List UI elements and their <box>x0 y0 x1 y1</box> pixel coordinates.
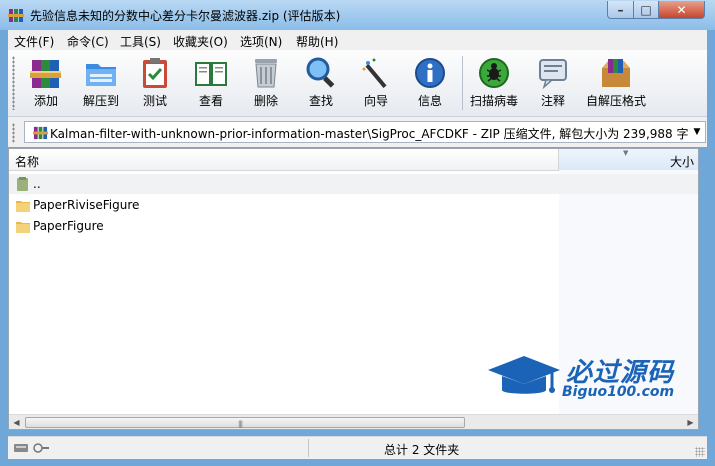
column-name-header[interactable]: 名称 <box>15 153 39 170</box>
test-button[interactable]: 测试 <box>129 54 181 112</box>
file-name: .. <box>33 177 41 191</box>
sort-arrow-icon: ▼ <box>623 149 629 157</box>
title-bar[interactable]: 先验信息未知的分数中心差分卡尔曼滤波器.zip (评估版本) – □ ✕ <box>0 0 715 30</box>
graduation-cap-logo <box>488 356 560 394</box>
test-clipboard-icon <box>143 58 167 88</box>
column-header: 名称 大小 ▼ <box>9 149 698 171</box>
watermark: 必过源码 Biguo100.com <box>486 350 696 410</box>
toolbar-grip[interactable] <box>12 56 15 110</box>
column-size-label: 大小 <box>669 155 694 169</box>
scroll-left-icon[interactable]: ◀ <box>9 415 24 429</box>
sfx-button[interactable]: 自解压格式 <box>584 54 648 112</box>
comment-button[interactable]: 注释 <box>527 54 579 112</box>
scroll-right-icon[interactable]: ▶ <box>683 415 698 429</box>
list-item-parent[interactable]: .. <box>9 174 698 194</box>
menu-command[interactable]: 命令(C) <box>67 33 109 50</box>
trash-icon <box>255 59 277 88</box>
address-grip[interactable] <box>12 123 15 143</box>
maximize-button[interactable]: □ <box>633 1 659 19</box>
app-window: 先验信息未知的分数中心差分卡尔曼滤波器.zip (评估版本) – □ ✕ 文件(… <box>0 0 715 466</box>
wizard-wand-icon <box>362 58 387 89</box>
list-item-folder[interactable]: PaperRiviseFigure <box>9 195 698 215</box>
find-label: 查找 <box>308 94 333 108</box>
add-button[interactable]: 添加 <box>20 54 72 112</box>
wizard-label: 向导 <box>363 94 388 108</box>
menu-options[interactable]: 选项(N) <box>240 33 282 50</box>
extract-label: 解压到 <box>82 94 119 108</box>
virus-scan-button[interactable]: 扫描病毒 <box>468 54 520 112</box>
add-label: 添加 <box>33 94 58 108</box>
winrar-app-icon <box>8 9 24 22</box>
extract-folder-icon <box>86 64 116 86</box>
comment-label: 注释 <box>540 94 565 108</box>
toolbar-separator <box>462 56 463 110</box>
scroll-thumb[interactable]: ||| <box>25 417 465 428</box>
horizontal-scrollbar[interactable]: ◀ ||| ▶ <box>9 414 698 429</box>
find-button[interactable]: 查找 <box>295 54 347 112</box>
status-summary: 总计 2 文件夹 <box>384 443 460 457</box>
status-bar: 总计 2 文件夹 <box>8 436 707 459</box>
address-bar: Kalman-filter-with-unknown-prior-informa… <box>8 117 707 147</box>
close-button[interactable]: ✕ <box>658 1 705 19</box>
wizard-button[interactable]: 向导 <box>350 54 402 112</box>
sfx-box-icon <box>602 59 630 87</box>
virus-scan-label: 扫描病毒 <box>469 94 518 108</box>
resize-grip[interactable] <box>695 447 705 457</box>
delete-label: 删除 <box>253 94 278 108</box>
info-label: 信息 <box>417 94 442 108</box>
parent-folder-icon <box>17 177 28 191</box>
address-dropdown-icon[interactable]: ▼ <box>689 122 705 142</box>
info-button[interactable]: 信息 <box>404 54 456 112</box>
file-name: PaperRiviseFigure <box>33 198 140 212</box>
delete-button[interactable]: 删除 <box>240 54 292 112</box>
view-button[interactable]: 查看 <box>185 54 237 112</box>
archive-icon <box>33 126 48 140</box>
menu-tools[interactable]: 工具(S) <box>120 33 161 50</box>
thumb-grip-icon: ||| <box>238 420 243 428</box>
info-icon <box>415 58 445 88</box>
menu-bar: 文件(F) 命令(C) 工具(S) 收藏夹(O) 选项(N) 帮助(H) <box>8 30 707 50</box>
minimize-button[interactable]: – <box>607 1 634 19</box>
menu-help[interactable]: 帮助(H) <box>296 33 338 50</box>
view-label: 查看 <box>198 94 223 108</box>
column-size-header[interactable]: 大小 <box>559 149 698 170</box>
watermark-url: Biguo100.com <box>562 384 675 400</box>
list-item-folder[interactable]: PaperFigure <box>9 216 698 236</box>
magnifier-icon <box>306 57 335 88</box>
file-name: PaperFigure <box>33 219 104 233</box>
window-title: 先验信息未知的分数中心差分卡尔曼滤波器.zip (评估版本) <box>30 9 341 23</box>
address-field[interactable]: Kalman-filter-with-unknown-prior-informa… <box>24 121 706 143</box>
toolbar: 添加 解压到 测试 查看 删除 查找 向导 信息 扫描病毒 注释 自解压格式 <box>8 50 707 117</box>
extract-button[interactable]: 解压到 <box>75 54 127 112</box>
status-drive-icon[interactable] <box>14 442 50 454</box>
test-label: 测试 <box>142 94 167 108</box>
folder-icon <box>16 222 30 233</box>
comment-icon <box>539 59 567 90</box>
status-divider <box>308 439 309 457</box>
virus-scan-icon <box>479 58 509 88</box>
archive-books-icon <box>30 60 61 88</box>
view-book-icon <box>195 62 227 86</box>
menu-favorites[interactable]: 收藏夹(O) <box>173 33 228 50</box>
address-path: Kalman-filter-with-unknown-prior-informa… <box>50 127 701 141</box>
folder-icon <box>16 201 30 212</box>
menu-file[interactable]: 文件(F) <box>14 33 54 50</box>
sfx-label: 自解压格式 <box>585 94 646 108</box>
